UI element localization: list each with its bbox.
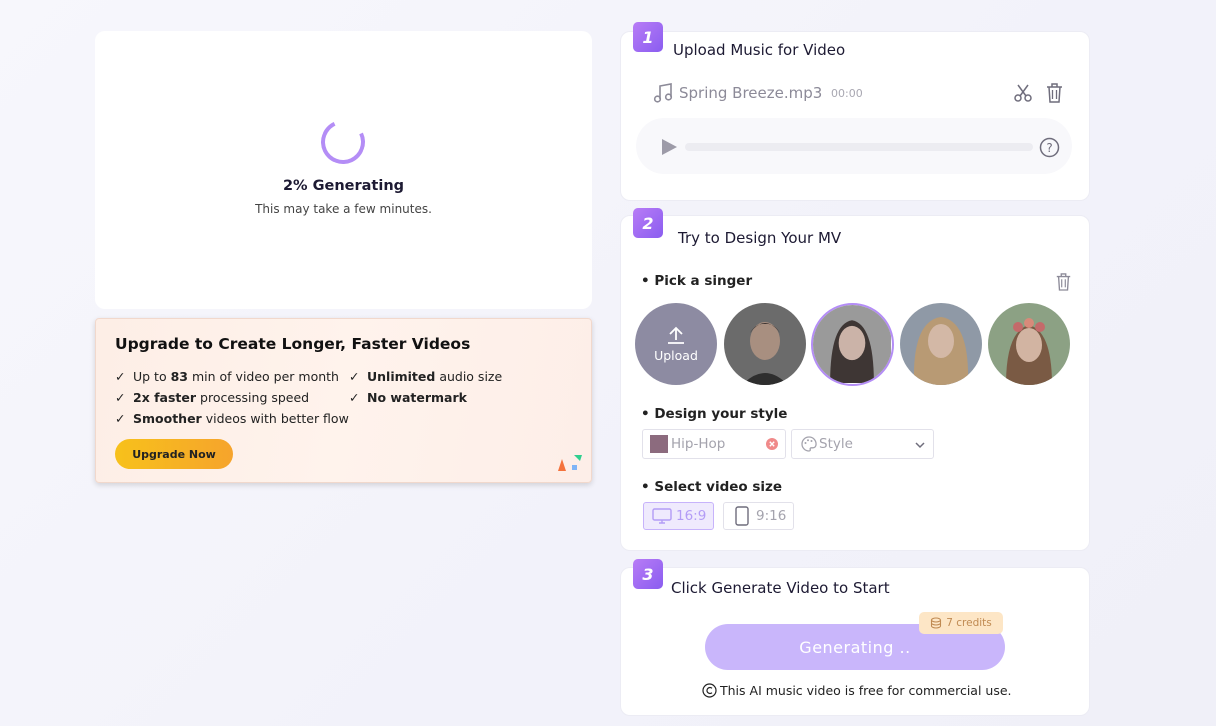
step-2-badge: 2 [633, 208, 663, 238]
upgrade-banner: Upgrade to Create Longer, Faster Videos … [95, 318, 592, 483]
check-icon: ✓ [115, 369, 126, 384]
upload-singer-button[interactable]: Upload [635, 303, 717, 385]
help-icon[interactable]: ? [1039, 137, 1060, 158]
feature-speed: ✓ 2x faster processing speed [115, 390, 310, 405]
step-2-title: Try to Design Your MV [678, 229, 842, 247]
size-option-9-16[interactable]: 9:16 [723, 502, 794, 530]
check-icon: ✓ [349, 369, 360, 384]
upload-icon [668, 326, 684, 344]
trash-icon[interactable] [1055, 272, 1072, 291]
step-1-badge: 1 [633, 22, 663, 52]
play-icon[interactable] [659, 137, 679, 157]
check-icon: ✓ [349, 390, 360, 405]
singer-avatar-female-curly[interactable] [900, 303, 982, 385]
feature-smoother: ✓ Smoother videos with better flow [115, 411, 349, 426]
audio-progress-track[interactable] [685, 143, 1033, 151]
size-option-16-9[interactable]: 16:9 [643, 502, 714, 530]
upgrade-title: Upgrade to Create Longer, Faster Videos [115, 335, 471, 353]
upload-label: Upload [654, 348, 698, 363]
pick-singer-label: • Pick a singer [641, 273, 753, 289]
step-3-title: Click Generate Video to Start [671, 579, 890, 597]
check-icon: ✓ [115, 390, 126, 405]
step-1-title: Upload Music for Video [673, 41, 846, 59]
clear-icon[interactable] [766, 438, 778, 450]
generating-status: 2% Generating [282, 178, 405, 194]
video-size-label: • Select video size [641, 479, 783, 495]
style-select[interactable]: Style [791, 429, 934, 459]
palette-icon [801, 436, 817, 452]
step-3-badge: 3 [633, 559, 663, 589]
singer-avatar-female-flowers[interactable] [988, 303, 1070, 385]
chevron-down-icon [915, 442, 925, 449]
video-preview-panel [95, 31, 592, 309]
confetti-icon [558, 455, 582, 471]
monitor-icon [652, 508, 672, 524]
genre-thumbnail [650, 435, 668, 453]
svg-text:?: ? [1046, 141, 1052, 155]
credits-badge: 7 credits [919, 612, 1003, 634]
music-duration: 00:00 [831, 87, 863, 100]
feature-watermark: ✓ No watermark [349, 390, 467, 405]
scissors-icon[interactable] [1013, 83, 1033, 103]
singer-avatar-female-selected[interactable] [811, 303, 894, 386]
upgrade-now-button[interactable]: Upgrade Now [115, 439, 233, 469]
coin-stack-icon [931, 617, 942, 629]
music-file-name: Spring Breeze.mp3 [679, 84, 823, 102]
trash-icon[interactable] [1045, 82, 1064, 103]
music-note-icon [653, 83, 673, 103]
genre-chip[interactable]: Hip-Hop [642, 429, 786, 459]
check-icon: ✓ [115, 411, 126, 426]
singer-avatar-male[interactable] [724, 303, 806, 385]
commercial-use-note: This AI music video is free for commerci… [702, 683, 1012, 698]
copyright-icon [702, 683, 717, 698]
genre-label: Hip-Hop [671, 436, 726, 452]
design-style-label: • Design your style [641, 406, 788, 422]
style-placeholder: Style [819, 436, 853, 452]
phone-icon [735, 506, 749, 526]
generating-subtitle: This may take a few minutes. [255, 202, 432, 216]
feature-minutes: ✓ Up to 83 min of video per month [115, 369, 339, 384]
feature-audio: ✓ Unlimited audio size [349, 369, 503, 384]
